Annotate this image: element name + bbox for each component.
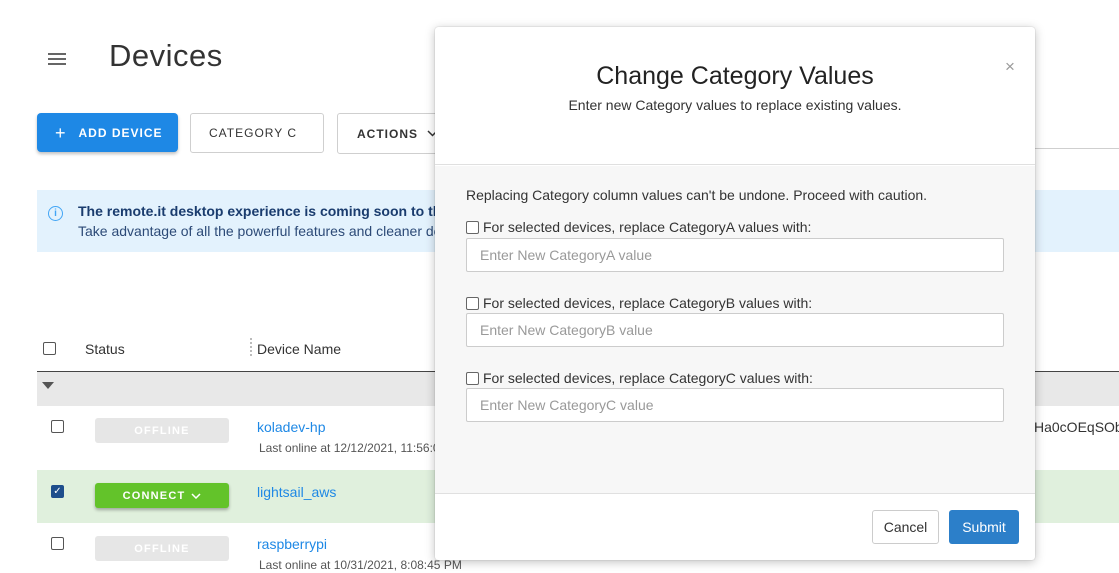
category-b-label: For selected devices, replace CategoryB … — [483, 295, 813, 311]
column-resize-handle[interactable] — [250, 338, 252, 356]
banner-headline: The remote.it desktop experience is comi… — [78, 203, 464, 219]
dialog-header: Change Category Values Enter new Categor… — [435, 27, 1035, 165]
divider — [1034, 148, 1119, 149]
category-c-input[interactable]: Enter New CategoryC value — [466, 388, 1004, 422]
connect-button[interactable]: CONNECT — [95, 483, 229, 508]
status-label: OFFLINE — [134, 424, 190, 437]
close-icon[interactable]: × — [1005, 58, 1015, 75]
actions-label: ACTIONS — [357, 126, 418, 141]
device-id-text: Ha0cOEqSObk — [1034, 419, 1119, 435]
row-checkbox[interactable] — [51, 420, 64, 433]
device-name-link[interactable]: raspberrypi — [257, 536, 327, 552]
category-a-label: For selected devices, replace CategoryA … — [483, 219, 812, 235]
category-button[interactable]: CATEGORY C — [190, 113, 324, 153]
page-title: Devices — [109, 38, 223, 73]
submit-button[interactable]: Submit — [949, 510, 1019, 544]
plus-icon: + — [55, 122, 67, 143]
connect-label: CONNECT — [122, 489, 186, 502]
chevron-down-icon — [191, 492, 201, 499]
caret-down-icon[interactable] — [42, 382, 54, 389]
category-c-label: For selected devices, replace CategoryC … — [483, 370, 813, 386]
dialog-body: Replacing Category column values can't b… — [435, 166, 1035, 494]
category-a-input[interactable]: Enter New CategoryA value — [466, 238, 1004, 272]
dialog-title: Change Category Values — [596, 62, 874, 90]
select-all-checkbox[interactable] — [43, 342, 56, 355]
category-c-option[interactable]: For selected devices, replace CategoryC … — [466, 370, 813, 386]
warning-text: Replacing Category column values can't b… — [466, 187, 928, 203]
change-category-dialog: Change Category Values Enter new Categor… — [435, 27, 1035, 560]
add-device-button[interactable]: + ADD DEVICE — [37, 113, 178, 152]
status-badge: OFFLINE — [95, 536, 229, 561]
dialog-subtitle: Enter new Category values to replace exi… — [568, 97, 902, 113]
category-c-placeholder: Enter New CategoryC value — [480, 397, 654, 413]
category-label: CATEGORY C — [209, 126, 298, 140]
last-online-text: Last online at 10/31/2021, 8:08:45 PM — [259, 558, 462, 572]
column-header-device-name[interactable]: Device Name — [257, 341, 341, 357]
category-b-input[interactable]: Enter New CategoryB value — [466, 313, 1004, 347]
category-a-checkbox[interactable] — [466, 220, 479, 234]
column-header-status[interactable]: Status — [85, 341, 125, 357]
add-device-label: ADD DEVICE — [78, 125, 163, 140]
device-name-link[interactable]: koladev-hp — [257, 419, 326, 435]
banner-text: Take advantage of all the powerful featu… — [78, 223, 442, 239]
menu-icon-bar — [48, 63, 66, 65]
category-b-option[interactable]: For selected devices, replace CategoryB … — [466, 295, 812, 311]
row-checkbox-checked[interactable]: ✓ — [51, 485, 64, 498]
info-icon: i — [48, 206, 63, 221]
actions-button[interactable]: ACTIONS — [337, 113, 447, 154]
status-badge: OFFLINE — [95, 418, 229, 443]
menu-icon-bar — [48, 58, 66, 60]
cancel-button[interactable]: Cancel — [872, 510, 939, 544]
menu-button[interactable] — [46, 50, 68, 70]
category-b-checkbox[interactable] — [466, 296, 479, 310]
status-label: OFFLINE — [134, 542, 190, 555]
last-online-text: Last online at 12/12/2021, 11:56:0 — [259, 441, 440, 455]
category-a-placeholder: Enter New CategoryA value — [480, 247, 652, 263]
device-name-link[interactable]: lightsail_aws — [257, 484, 336, 500]
menu-icon — [48, 53, 66, 55]
category-a-option[interactable]: For selected devices, replace CategoryA … — [466, 219, 811, 235]
row-checkbox[interactable] — [51, 537, 64, 550]
category-c-checkbox[interactable] — [466, 371, 479, 385]
category-b-placeholder: Enter New CategoryB value — [480, 322, 653, 338]
